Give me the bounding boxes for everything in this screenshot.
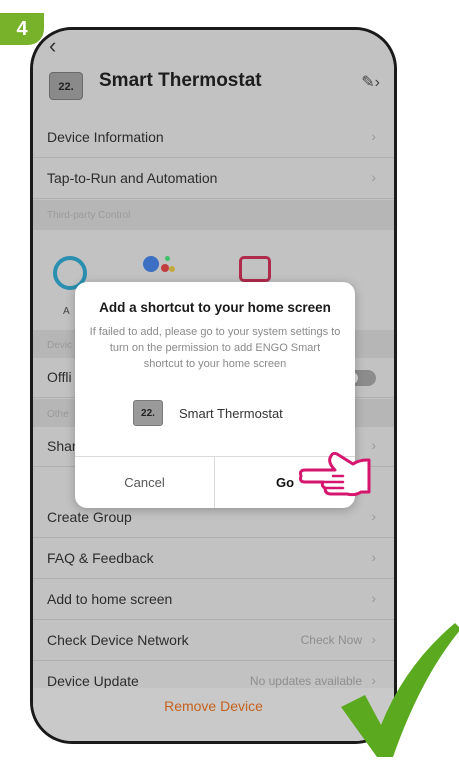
dialog-device: 22. Smart Thermostat bbox=[133, 400, 323, 430]
thermostat-icon: 22. bbox=[49, 72, 83, 100]
alexa-label: A bbox=[63, 306, 70, 317]
device-information-label: Device Information bbox=[47, 129, 164, 145]
checkmark-icon bbox=[341, 623, 459, 757]
check-network-label: Check Device Network bbox=[47, 632, 189, 648]
thermostat-icon: 22. bbox=[133, 400, 163, 426]
device-section-label: Devic bbox=[47, 340, 73, 351]
chevron-right-icon: › bbox=[371, 128, 376, 144]
tap-to-run-label: Tap-to-Run and Automation bbox=[47, 170, 218, 186]
chevron-right-icon: › bbox=[371, 508, 376, 524]
others-section-label: Othe bbox=[47, 409, 69, 420]
faq-label: FAQ & Feedback bbox=[47, 550, 154, 566]
tap-to-run-row[interactable]: Tap-to-Run and Automation › bbox=[33, 159, 394, 199]
offline-label: Offli bbox=[47, 369, 72, 385]
device-information-row[interactable]: Device Information › bbox=[33, 118, 394, 158]
chevron-right-icon: › bbox=[371, 590, 376, 606]
device-header: 22. Smart Thermostat ✎› bbox=[33, 66, 394, 118]
pointing-hand-icon bbox=[299, 451, 371, 497]
third-party-app-icon[interactable] bbox=[239, 256, 271, 282]
edit-icon[interactable]: ✎› bbox=[361, 72, 380, 92]
chevron-right-icon: › bbox=[371, 549, 376, 565]
back-button[interactable]: ‹ bbox=[49, 34, 56, 58]
create-group-label: Create Group bbox=[47, 509, 132, 525]
chevron-left-icon: ‹ bbox=[49, 33, 57, 58]
dialog-title: Add a shortcut to your home screen bbox=[99, 300, 331, 315]
cancel-button[interactable]: Cancel bbox=[75, 457, 215, 508]
share-label: Shar bbox=[47, 438, 77, 454]
third-party-section: Third-party Control bbox=[33, 200, 394, 230]
device-update-label: Device Update bbox=[47, 673, 139, 689]
faq-feedback-row[interactable]: FAQ & Feedback › bbox=[33, 539, 394, 579]
add-to-home-row[interactable]: Add to home screen › bbox=[33, 580, 394, 620]
dialog-message: If failed to add, please go to your syst… bbox=[89, 326, 341, 370]
chevron-right-icon: › bbox=[371, 169, 376, 185]
device-title: Smart Thermostat bbox=[99, 70, 262, 91]
step-number-badge: 4 bbox=[0, 13, 44, 45]
dialog-device-name: Smart Thermostat bbox=[179, 406, 283, 421]
google-assistant-icon[interactable] bbox=[143, 256, 183, 276]
third-party-section-label: Third-party Control bbox=[47, 210, 131, 221]
add-home-label: Add to home screen bbox=[47, 591, 173, 607]
